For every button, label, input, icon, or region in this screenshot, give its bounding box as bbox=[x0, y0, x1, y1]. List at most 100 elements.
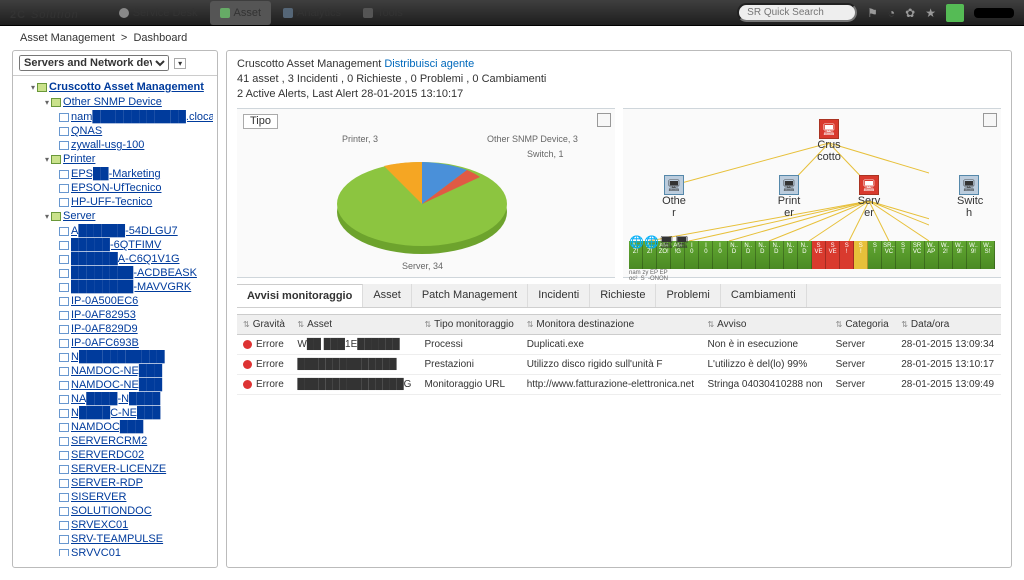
topo-leaf[interactable]: W..AP bbox=[925, 241, 939, 269]
tab-asset[interactable]: Asset bbox=[363, 284, 412, 307]
topo-leaf[interactable]: W..S! bbox=[981, 241, 995, 269]
tab-cambiamenti[interactable]: Cambiamenti bbox=[721, 284, 807, 307]
clock-icon[interactable]: ◔ bbox=[888, 6, 895, 20]
distribute-agent-link[interactable]: Distribuisci agente bbox=[384, 58, 474, 70]
topo-node-other[interactable]: 🖥Othe r bbox=[662, 175, 686, 219]
topo-node-switch[interactable]: 🖥Switc h bbox=[957, 175, 981, 219]
menu-tools[interactable]: Tools bbox=[353, 1, 413, 25]
col-header[interactable]: ⇅Categoria bbox=[830, 315, 896, 335]
topo-leaf[interactable]: W..9! bbox=[967, 241, 981, 269]
tree-dropdown[interactable]: Servers and Network devices bbox=[19, 55, 169, 71]
tree-item[interactable]: IP-0AFC693B bbox=[71, 337, 139, 349]
menu-service-desk[interactable]: Service Desk bbox=[109, 1, 208, 25]
tree-item[interactable]: EPSON-UfTecnico bbox=[71, 182, 161, 194]
tab-incidenti[interactable]: Incidenti bbox=[528, 284, 590, 307]
menu-asset[interactable]: Asset bbox=[210, 1, 272, 25]
topo-leaf[interactable]: N..D bbox=[742, 241, 756, 269]
tree-item[interactable]: NAMDOC-NE███ bbox=[71, 365, 162, 377]
tree-item[interactable]: zywall-usg-100 bbox=[71, 139, 144, 151]
topo-leaf[interactable]: N..D bbox=[728, 241, 742, 269]
nav-tree[interactable]: Cruscotto Asset Management Other SNMP Dev… bbox=[13, 76, 213, 556]
search-input[interactable] bbox=[737, 3, 857, 22]
gear-icon[interactable]: ✿ bbox=[905, 6, 915, 20]
topo-leaf[interactable]: S! bbox=[854, 241, 868, 269]
tab-richieste[interactable]: Richieste bbox=[590, 284, 656, 307]
tree-item[interactable]: N███████████ bbox=[71, 351, 165, 363]
tree-item[interactable]: N████C-NE███ bbox=[71, 407, 160, 419]
asset-icon bbox=[220, 8, 230, 18]
tree-item[interactable]: NAMDOC███ bbox=[71, 421, 143, 433]
topo-leaf[interactable]: S! bbox=[840, 241, 854, 269]
tree-item[interactable]: ██████A-C6Q1V1G bbox=[71, 253, 180, 265]
topo-leaf[interactable]: ST bbox=[896, 241, 910, 269]
grid-row[interactable]: ErroreW██ ███1E██████ProcessiDuplicati.e… bbox=[237, 335, 1001, 355]
star-icon[interactable]: ★ bbox=[925, 6, 936, 20]
col-header[interactable]: ⇅Data/ora bbox=[895, 315, 1001, 335]
topbar: 2C Solution Service Desk Asset Analytics… bbox=[0, 0, 1024, 26]
tree-item[interactable]: SISERVER bbox=[71, 491, 126, 503]
col-header[interactable]: ⇅Gravità bbox=[237, 315, 291, 335]
tree-root[interactable]: Cruscotto Asset Management bbox=[49, 81, 204, 93]
tab-patch-management[interactable]: Patch Management bbox=[412, 284, 528, 307]
severity-error-icon bbox=[243, 380, 252, 389]
crumb-root[interactable]: Asset Management bbox=[20, 32, 115, 44]
tab-problemi[interactable]: Problemi bbox=[656, 284, 720, 307]
topo-leaf[interactable]: N..D bbox=[770, 241, 784, 269]
tree-item[interactable]: NAMDOC-NE███ bbox=[71, 379, 162, 391]
tree-item[interactable]: ████████-MAVVGRK bbox=[71, 281, 191, 293]
tree-item[interactable]: SERVER-LICENZE bbox=[71, 463, 166, 475]
topo-node-printer[interactable]: 🖥Print er bbox=[777, 175, 801, 219]
tab-avvisi-monitoraggio[interactable]: Avvisi monitoraggio bbox=[237, 284, 363, 307]
topo-leaf[interactable]: S! bbox=[868, 241, 882, 269]
tree-item[interactable]: SERVERDC02 bbox=[71, 449, 144, 461]
topo-node-root[interactable]: 🖥Crus cotto bbox=[817, 119, 841, 163]
tree-item[interactable]: nam████████████.clocal bbox=[71, 111, 213, 123]
tree-item[interactable]: A██████-54DLGU7 bbox=[71, 225, 178, 237]
tree-group[interactable]: Server bbox=[63, 210, 95, 222]
avatar[interactable] bbox=[946, 4, 964, 22]
detail-tabs: Avvisi monitoraggioAssetPatch Management… bbox=[237, 284, 1001, 308]
tree-group[interactable]: Other SNMP Device bbox=[63, 96, 162, 108]
tree-item[interactable]: █████-6QTFIMV bbox=[71, 239, 161, 251]
grid-row[interactable]: Errore██████████████PrestazioniUtilizzo … bbox=[237, 355, 1001, 375]
topo-leaf[interactable]: SVE bbox=[826, 241, 840, 269]
menu-analytics[interactable]: Analytics bbox=[273, 1, 351, 25]
tree-item[interactable]: HP-UFF-Tecnico bbox=[71, 196, 152, 208]
tree-item[interactable]: ████████-ACDBEASK bbox=[71, 267, 197, 279]
chart-pie-panel: Tipo ▾ Printer, 3 Other SNMP Device, 3 S… bbox=[237, 108, 615, 278]
tree-item[interactable]: SERVER-RDP bbox=[71, 477, 143, 489]
col-header[interactable]: ⇅Tipo monitoraggio bbox=[418, 315, 520, 335]
topo-node-server[interactable]: 🖥Serv er bbox=[857, 175, 881, 219]
topo-leaf[interactable]: SVE bbox=[812, 241, 826, 269]
tree-item[interactable]: IP-0AF829D9 bbox=[71, 323, 138, 335]
chart-type-dropdown[interactable]: Tipo ▾ bbox=[243, 114, 278, 129]
tree-item[interactable]: SERVERCRM2 bbox=[71, 435, 147, 447]
tree-item[interactable]: SOLUTIONDOC bbox=[71, 505, 152, 517]
topo-leaf[interactable]: N..D bbox=[798, 241, 812, 269]
col-header[interactable]: ⇅Avviso bbox=[701, 315, 829, 335]
tree-item[interactable]: IP-0AF82953 bbox=[71, 309, 136, 321]
username[interactable] bbox=[974, 8, 1014, 18]
topo-leaf[interactable]: I0 bbox=[713, 241, 727, 269]
flag-icon[interactable]: ⚑ bbox=[867, 6, 878, 20]
tree-item[interactable]: SRV-TEAMPULSE bbox=[71, 533, 163, 545]
tree-item[interactable]: SRVEXC01 bbox=[71, 519, 128, 531]
tree-group[interactable]: Printer bbox=[63, 153, 95, 165]
tree-item[interactable]: IP-0A500EC6 bbox=[71, 295, 138, 307]
col-header[interactable]: ⇅Asset bbox=[291, 315, 418, 335]
topo-leaf[interactable]: W..9! bbox=[953, 241, 967, 269]
col-header[interactable]: ⇅Monitora destinazione bbox=[521, 315, 702, 335]
grid-row[interactable]: Errore███████████████GMonitoraggio URLht… bbox=[237, 375, 1001, 395]
tree-item[interactable]: QNAS bbox=[71, 125, 102, 137]
main-panel: Cruscotto Asset Management Distribuisci … bbox=[226, 50, 1012, 568]
dropdown-arrow-icon[interactable]: ▾ bbox=[174, 58, 186, 69]
topo-leaf[interactable]: SRVC bbox=[911, 241, 925, 269]
topo-leaf[interactable]: N..D bbox=[784, 241, 798, 269]
topo-leaf[interactable]: N..D bbox=[756, 241, 770, 269]
tree-item[interactable]: NA████-N████ bbox=[71, 393, 160, 405]
topo-leaf[interactable]: SR..VC bbox=[882, 241, 896, 269]
tree-item[interactable]: EPS██-Marketing bbox=[71, 168, 161, 180]
topo-leaf[interactable]: W..2! bbox=[939, 241, 953, 269]
topo-leaf[interactable]: I0 bbox=[699, 241, 713, 269]
maximize-icon[interactable] bbox=[597, 113, 611, 127]
